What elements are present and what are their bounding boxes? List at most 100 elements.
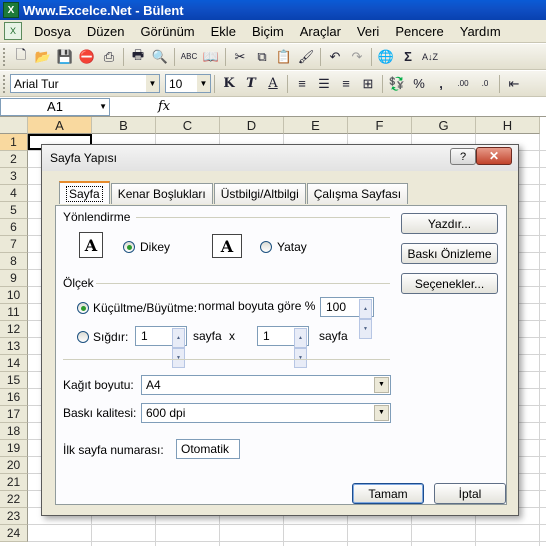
column-header[interactable]: B [92, 117, 156, 134]
row-header[interactable]: 12 [0, 321, 28, 338]
menu-yardim[interactable]: Yardım [452, 24, 509, 39]
row-header[interactable]: 17 [0, 406, 28, 423]
close-button[interactable]: ✕ [476, 147, 512, 165]
print-preview-button[interactable]: Baskı Önizleme [401, 243, 498, 264]
row-header[interactable]: 7 [0, 236, 28, 253]
adjust-to-radio[interactable] [77, 302, 89, 314]
row-header[interactable]: 21 [0, 474, 28, 491]
row-header[interactable]: 16 [0, 389, 28, 406]
spin-down-icon[interactable]: ▼ [359, 319, 372, 339]
spin-down-icon[interactable]: ▼ [172, 348, 185, 368]
paste-icon[interactable]: 📋 [273, 46, 295, 68]
format-painter-icon[interactable]: 🖌 [295, 46, 317, 68]
row-header[interactable]: 9 [0, 270, 28, 287]
ok-button[interactable]: Tamam [352, 483, 424, 504]
tab-header-footer[interactable]: Üstbilgi/Altbilgi [213, 183, 306, 204]
row-header[interactable]: 3 [0, 168, 28, 185]
options-button[interactable]: Seçenekler... [401, 273, 498, 294]
copy-icon[interactable]: ⧉ [251, 46, 273, 68]
spin-up-icon[interactable]: ▲ [359, 299, 372, 319]
row-header[interactable]: 18 [0, 423, 28, 440]
column-header[interactable]: C [156, 117, 220, 134]
column-header[interactable]: D [220, 117, 284, 134]
decrease-decimal-icon[interactable]: .0 [474, 73, 496, 95]
new-icon[interactable]: 🗋 [10, 46, 32, 68]
chevron-down-icon[interactable]: ▼ [146, 75, 159, 92]
column-header[interactable]: G [412, 117, 476, 134]
print-quality-select[interactable]: 600 dpi ▼ [141, 403, 391, 423]
increase-decimal-icon[interactable]: .00 [452, 73, 474, 95]
column-header[interactable]: A [28, 117, 92, 134]
menu-veri[interactable]: Veri [349, 24, 387, 39]
row-header[interactable]: 11 [0, 304, 28, 321]
workbook-icon[interactable]: X [4, 22, 22, 40]
fit-to-label[interactable]: Sığdır: [93, 330, 128, 344]
preview-icon[interactable]: 🔍 [149, 46, 171, 68]
chevron-down-icon[interactable]: ▼ [99, 102, 107, 111]
paper-size-select[interactable]: A4 ▼ [141, 375, 391, 395]
permission-icon[interactable]: ⛔ [76, 46, 98, 68]
column-header[interactable]: H [476, 117, 540, 134]
row-header[interactable]: 22 [0, 491, 28, 508]
adjust-to-label[interactable]: Küçültme/Büyütme: [93, 301, 197, 315]
spin-up-icon[interactable]: ▲ [294, 328, 307, 348]
column-header[interactable]: F [348, 117, 412, 134]
currency-icon[interactable]: 💱 [386, 73, 408, 95]
underline-button[interactable]: A [262, 73, 284, 95]
align-left-icon[interactable]: ≡ [291, 73, 313, 95]
toolbar-grip[interactable] [3, 47, 6, 66]
cancel-button[interactable]: İptal [434, 483, 506, 504]
row-header[interactable]: 10 [0, 287, 28, 304]
row-header[interactable]: 1 [0, 134, 28, 151]
column-header[interactable]: E [284, 117, 348, 134]
select-all-corner[interactable] [0, 117, 28, 134]
cut-icon[interactable]: ✂ [229, 46, 251, 68]
open-icon[interactable]: 📂 [32, 46, 54, 68]
menu-ekle[interactable]: Ekle [203, 24, 244, 39]
row-header[interactable]: 20 [0, 457, 28, 474]
portrait-label[interactable]: Dikey [140, 240, 170, 254]
menu-dosya[interactable]: Dosya [26, 24, 79, 39]
sort-ascending-icon[interactable]: A↓Z [419, 46, 441, 68]
research-icon[interactable]: 📖 [200, 46, 222, 68]
font-size-select[interactable]: 10 ▼ [165, 74, 211, 93]
row-header[interactable]: 14 [0, 355, 28, 372]
row-header[interactable]: 6 [0, 219, 28, 236]
menu-duzen[interactable]: Düzen [79, 24, 133, 39]
save-icon[interactable]: 💾 [54, 46, 76, 68]
portrait-radio[interactable] [123, 241, 135, 253]
merge-center-icon[interactable]: ⊞ [357, 73, 379, 95]
help-button[interactable]: ? [450, 148, 476, 165]
tab-sheet[interactable]: Çalışma Sayfası [306, 183, 409, 204]
autosum-icon[interactable]: Σ [397, 46, 419, 68]
row-header[interactable]: 4 [0, 185, 28, 202]
scale-percent-spinner[interactable]: 100 ▲ ▼ [320, 297, 374, 339]
landscape-label[interactable]: Yatay [277, 240, 307, 254]
fit-to-radio[interactable] [77, 331, 89, 343]
toolbar-grip[interactable] [3, 74, 6, 93]
row-header[interactable]: 15 [0, 372, 28, 389]
row-header[interactable]: 23 [0, 508, 28, 525]
print-button[interactable]: Yazdır... [401, 213, 498, 234]
menu-bicim[interactable]: Biçim [244, 24, 292, 39]
landscape-radio[interactable] [260, 241, 272, 253]
row-header[interactable]: 8 [0, 253, 28, 270]
font-name-select[interactable]: Arial Tur ▼ [10, 74, 160, 93]
menu-pencere[interactable]: Pencere [387, 24, 451, 39]
print-icon[interactable]: 🖶 [127, 46, 149, 68]
indent-icon[interactable]: ⇤ [503, 73, 525, 95]
first-page-number-input[interactable]: Otomatik [176, 439, 240, 459]
align-center-icon[interactable]: ☰ [313, 73, 335, 95]
tab-margins[interactable]: Kenar Boşlukları [110, 183, 213, 204]
fx-icon[interactable]: fx [158, 99, 170, 114]
row-header[interactable]: 19 [0, 440, 28, 457]
chevron-down-icon[interactable]: ▼ [374, 405, 389, 421]
chevron-down-icon[interactable]: ▼ [374, 377, 389, 393]
bold-button[interactable]: K [218, 73, 240, 95]
chevron-down-icon[interactable]: ▼ [197, 75, 210, 92]
menu-araclar[interactable]: Araçlar [292, 24, 349, 39]
italic-button[interactable]: T [240, 73, 262, 95]
print-preview-icon[interactable]: ⎙ [98, 46, 120, 68]
row-header[interactable]: 2 [0, 151, 28, 168]
percent-button[interactable]: % [408, 73, 430, 95]
